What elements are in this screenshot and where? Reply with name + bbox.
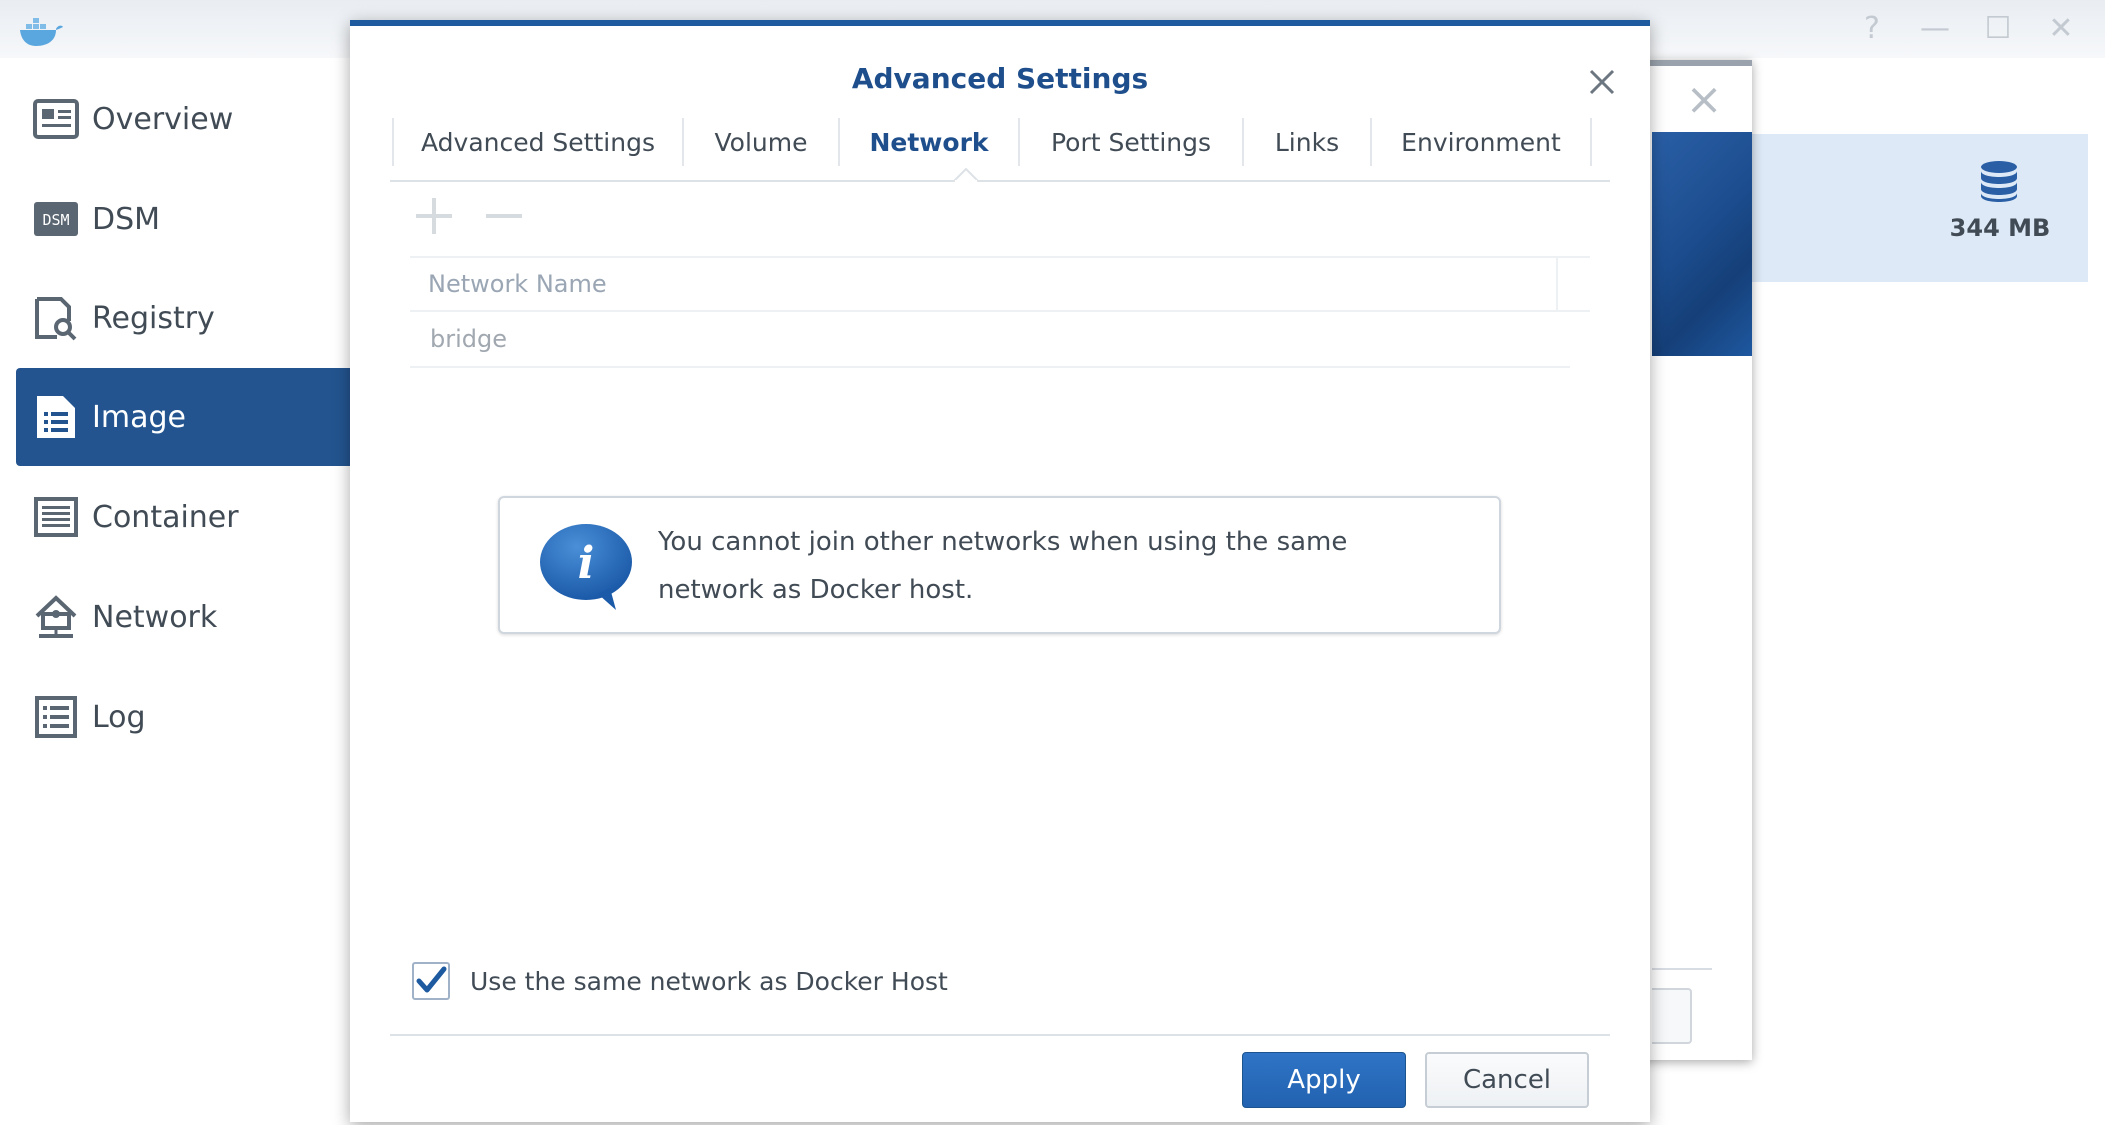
registry-icon — [32, 294, 80, 342]
tab-port-settings[interactable]: Port Settings — [1018, 118, 1242, 166]
column-header-network-name[interactable]: Network Name — [428, 270, 607, 298]
tab-bar: Advanced Settings Volume Network Port Se… — [390, 98, 1610, 182]
sidebar-item-label: Log — [92, 699, 146, 735]
remove-network-button[interactable] — [478, 190, 530, 242]
apply-button[interactable]: Apply — [1242, 1052, 1406, 1108]
sidebar-item-log[interactable]: Log — [16, 668, 350, 766]
table-row[interactable]: bridge — [410, 312, 1570, 368]
network-icon — [32, 593, 80, 641]
background-dialog-close-icon[interactable]: × — [1682, 78, 1726, 124]
table-header[interactable]: Network Name — [410, 256, 1590, 312]
sidebar-item-label: Network — [92, 599, 218, 635]
overview-icon — [32, 95, 80, 143]
close-window-icon[interactable]: ✕ — [2041, 10, 2081, 46]
help-icon[interactable]: ? — [1852, 10, 1892, 46]
image-icon — [32, 393, 80, 441]
add-network-button[interactable] — [408, 190, 460, 242]
dialog-title: Advanced Settings — [851, 62, 1149, 95]
sidebar-item-overview[interactable]: Overview — [16, 70, 350, 168]
use-host-network-checkbox[interactable] — [412, 962, 450, 1000]
info-icon: i — [540, 524, 632, 610]
tab-volume[interactable]: Volume — [682, 118, 838, 166]
sidebar-item-dsm[interactable]: DSM DSM — [16, 170, 350, 268]
network-table: Network Name bridge — [410, 256, 1590, 368]
minimize-icon[interactable]: — — [1915, 10, 1955, 46]
advanced-settings-dialog: Advanced Settings Advanced Settings Volu… — [350, 20, 1650, 1122]
storage-value: 344 MB — [1949, 214, 2051, 242]
info-message-text: You cannot join other networks when usin… — [658, 527, 1348, 605]
sidebar-item-label: Image — [92, 399, 186, 435]
cancel-button[interactable]: Cancel — [1425, 1052, 1589, 1108]
background-dialog-banner — [1652, 132, 1752, 356]
svg-text:i: i — [578, 538, 595, 589]
background-dialog-divider — [1652, 968, 1712, 970]
network-name-cell: bridge — [430, 325, 508, 353]
log-icon — [32, 693, 80, 741]
maximize-icon[interactable]: ☐ — [1978, 10, 2018, 46]
sidebar-item-label: Registry — [92, 300, 215, 336]
checkmark-icon — [416, 966, 447, 993]
sidebar-item-label: DSM — [92, 201, 161, 237]
dsm-icon: DSM — [32, 195, 80, 243]
tab-advanced-settings[interactable]: Advanced Settings — [392, 118, 682, 166]
tab-links[interactable]: Links — [1242, 118, 1370, 166]
sidebar-item-network[interactable]: Network — [16, 568, 350, 666]
sidebar-item-registry[interactable]: Registry — [16, 269, 350, 367]
info-message-box: i You cannot join other networks when us… — [498, 496, 1501, 634]
database-icon — [1981, 161, 2017, 202]
tab-environment[interactable]: Environment — [1370, 118, 1592, 166]
use-host-network-label[interactable]: Use the same network as Docker Host — [470, 967, 948, 996]
tab-network[interactable]: Network — [838, 118, 1018, 166]
sidebar-item-image[interactable]: Image — [16, 368, 350, 466]
storage-summary-card — [1752, 134, 2088, 282]
use-host-network-option[interactable]: Use the same network as Docker Host — [412, 962, 948, 1000]
footer-divider — [390, 1034, 1610, 1036]
svg-text:DSM: DSM — [42, 211, 69, 229]
column-separator — [1556, 258, 1558, 312]
active-tab-pointer-icon — [953, 168, 979, 182]
sidebar: Overview DSM DSM Registry Image Containe… — [0, 58, 350, 1125]
container-icon — [32, 493, 80, 541]
background-dialog-button[interactable] — [1652, 988, 1692, 1044]
sidebar-item-label: Container — [92, 499, 239, 535]
sidebar-item-label: Overview — [92, 101, 234, 137]
sidebar-item-container[interactable]: Container — [16, 468, 350, 566]
docker-logo-icon — [20, 18, 63, 46]
